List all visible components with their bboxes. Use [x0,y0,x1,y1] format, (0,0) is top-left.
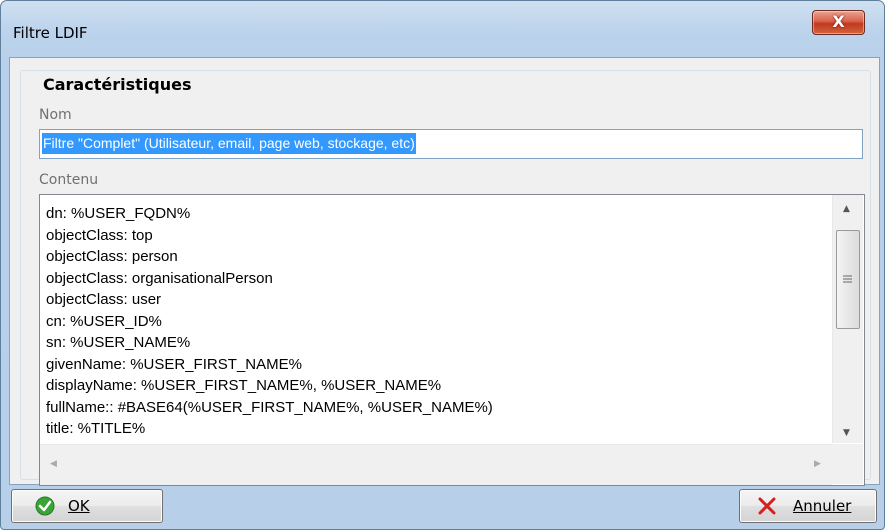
content-line: cn: %USER_ID% [46,312,162,330]
vertical-scrollbar[interactable]: ▲ ▼ [832,195,863,443]
characteristics-group: Caractéristiques Nom Filtre "Complet" (U… [20,70,871,486]
scroll-up-arrow-icon[interactable]: ▲ [843,204,850,214]
close-icon: X [832,12,845,31]
scroll-down-arrow-icon[interactable]: ▼ [843,428,850,438]
dialog-client-area: Caractéristiques Nom Filtre "Complet" (U… [9,57,880,486]
name-input[interactable]: Filtre "Complet" (Utilisateur, email, pa… [39,129,863,159]
group-legend: Caractéristiques [39,75,196,94]
content-line: objectClass: top [46,226,153,244]
content-line: objectClass: user [46,291,162,308]
content-line: title: %TITLE% [46,420,146,437]
horizontal-scrollbar[interactable]: ◀ ▶ [40,444,832,485]
content-line: objectClass: organisationalPerson [46,269,273,287]
content-line: sn: %USER_NAME% [46,334,191,351]
content-line: dn: %USER_FQDN% [46,205,191,222]
grip-icon [843,275,852,283]
cancel-button[interactable]: Annuler [739,489,877,523]
dialog-window: Filtre LDIF X Caractéristiques Nom Filtr… [0,0,885,530]
cancel-button-label: Annuler [793,497,852,515]
name-input-value: Filtre "Complet" (Utilisateur, email, pa… [42,133,416,154]
content-line: displayName: %USER_FIRST_NAME%, %USER_NA… [46,377,442,394]
content-line: objectClass: person [46,248,178,265]
vertical-scroll-thumb[interactable] [836,230,860,329]
ok-button[interactable]: OK [11,489,163,523]
content-textarea[interactable]: dn: %USER_FQDN% objectClass: top objectC… [39,194,865,486]
red-x-icon [758,497,776,515]
check-circle-icon [35,496,55,516]
scroll-left-arrow-icon[interactable]: ◀ [50,459,57,469]
content-line: fullName:: #BASE64(%USER_FIRST_NAME%, %U… [46,398,493,416]
content-line: givenName: %USER_FIRST_NAME% [46,355,302,373]
window-title: Filtre LDIF [13,24,88,42]
content-lines: dn: %USER_FQDN% objectClass: top objectC… [46,203,826,441]
scrollbar-corner [832,444,863,484]
ok-button-label: OK [68,497,90,515]
name-label: Nom [39,107,72,123]
close-button[interactable]: X [812,10,865,35]
title-bar: Filtre LDIF X [1,1,884,57]
content-label: Contenu [39,172,99,188]
scroll-right-arrow-icon[interactable]: ▶ [814,459,821,469]
